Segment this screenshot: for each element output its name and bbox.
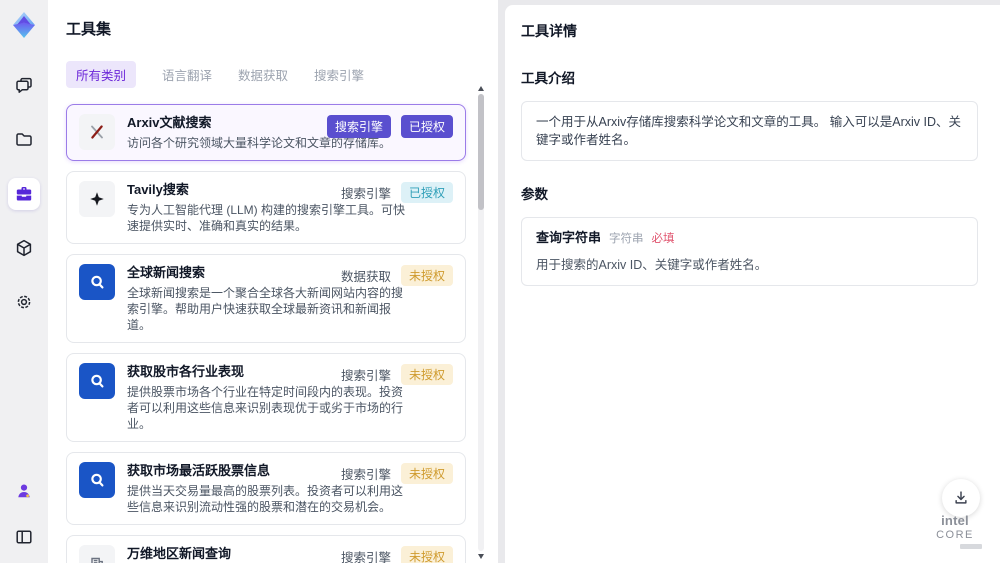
tool-description: 专为人工智能代理 (LLM) 构建的搜索引擎工具。可快速提供实时、准确和真实的结…: [127, 203, 406, 233]
arxiv-icon: [79, 114, 115, 150]
intel-sub-mark: [960, 544, 982, 549]
scrollbar-thumb[interactable]: [478, 94, 484, 210]
tool-description: 提供股票市场各个行业在特定时间段内的表现。投资者可以利用这些信息来识别表现优于或…: [127, 385, 404, 431]
search-q-icon: [79, 363, 115, 399]
folder-icon: [16, 133, 32, 146]
intro-heading: 工具介绍: [521, 71, 575, 86]
tool-description: 提供当天交易量最高的股票列表。投资者可以利用这些信息来识别流动性强的股票和潜在的…: [127, 484, 404, 514]
tab-translation[interactable]: 语言翻译: [162, 61, 212, 88]
detail-title: 工具详情: [521, 23, 577, 39]
settings-icon: [17, 295, 31, 309]
sidebar-item-settings[interactable]: [8, 286, 40, 318]
cube-icon: [16, 239, 32, 257]
tool-list-panel: 工具集 所有类别 语言翻译 数据获取 搜索引擎 Arxiv文献搜索 访问各个研究…: [48, 0, 498, 563]
news-icon: [79, 545, 115, 563]
category-tabs: 所有类别 语言翻译 数据获取 搜索引擎: [66, 61, 498, 88]
tab-all-categories[interactable]: 所有类别: [66, 61, 137, 88]
tool-card-list: Arxiv文献搜索 访问各个研究领域大量科学论文和文章的存储库。 搜索引擎 已授…: [66, 104, 466, 563]
panel-icon: [16, 530, 32, 544]
sidebar-item-packages[interactable]: [8, 232, 40, 264]
toolbox-icon: [16, 187, 32, 201]
tool-card-regional-news[interactable]: 万维地区新闻查询 查询具体行政区划内的新闻，快速了解各地新闻动态 搜索引擎 未授…: [66, 535, 466, 563]
tavily-star-icon: [79, 181, 115, 217]
app-logo: [7, 8, 41, 42]
auth-status-badge: 已授权: [400, 182, 453, 203]
intro-card: 一个用于从Arxiv存储库搜索科学论文和文章的工具。 输入可以是Arxiv ID…: [521, 101, 978, 161]
tool-detail-panel: 工具详情 工具介绍 一个用于从Arxiv存储库搜索科学论文和文章的工具。 输入可…: [505, 5, 1000, 563]
tab-data-acquisition[interactable]: 数据获取: [238, 61, 288, 88]
page-title: 工具集: [66, 21, 112, 38]
download-button[interactable]: [942, 479, 980, 517]
sidebar-item-account[interactable]: [8, 475, 40, 507]
download-icon: [955, 491, 967, 504]
tool-description: 全球新闻搜索是一个聚合全球各大新闻网站内容的搜索引擎。帮助用户快速获取全球最新资…: [127, 286, 404, 332]
sidebar-item-collapse[interactable]: [8, 521, 40, 553]
scrollbar-track[interactable]: [478, 94, 484, 551]
category-label: 搜索引擎: [340, 187, 391, 201]
category-label: 搜索引擎: [340, 468, 391, 482]
core-wordmark: core: [936, 529, 974, 541]
auth-status-badge: 未授权: [400, 265, 453, 286]
sidebar-item-tools[interactable]: [8, 178, 40, 210]
auth-status-badge: 未授权: [400, 546, 453, 563]
tool-card-global-news[interactable]: 全球新闻搜索 全球新闻搜索是一个聚合全球各大新闻网站内容的搜索引擎。帮助用户快速…: [66, 254, 466, 343]
category-label: 搜索引擎: [340, 369, 391, 383]
category-label: 搜索引擎: [340, 551, 391, 563]
intel-wordmark: intel: [941, 513, 969, 528]
tab-search-engine[interactable]: 搜索引擎: [314, 61, 364, 88]
tool-card-tavily[interactable]: Tavily搜索 专为人工智能代理 (LLM) 构建的搜索引擎工具。可快速提供实…: [66, 171, 466, 244]
sidebar-item-chat[interactable]: [8, 70, 40, 102]
intel-core-logo: intel core: [926, 514, 984, 549]
icon-rail: [0, 0, 48, 563]
param-required-flag: 必填: [651, 233, 675, 245]
param-card: 查询字符串 字符串 必填 用于搜索的Arxiv ID、关键字或作者姓名。: [521, 217, 978, 286]
param-name: 查询字符串: [536, 230, 602, 245]
params-heading: 参数: [521, 187, 548, 202]
category-badge: 搜索引擎: [326, 115, 391, 138]
tool-card-sector-performance[interactable]: 获取股市各行业表现 提供股票市场各个行业在特定时间段内的表现。投资者可以利用这些…: [66, 353, 466, 442]
list-scrollbar[interactable]: [477, 86, 485, 559]
chat-icon: [16, 77, 32, 93]
tool-card-active-stocks[interactable]: 获取市场最活跃股票信息 提供当天交易量最高的股票列表。投资者可以利用这些信息来识…: [66, 452, 466, 525]
category-label: 数据获取: [340, 270, 391, 284]
sidebar-item-files[interactable]: [8, 124, 40, 156]
scroll-down-icon[interactable]: [478, 554, 484, 559]
param-type: 字符串: [609, 233, 644, 245]
param-description: 用于搜索的Arxiv ID、关键字或作者姓名。: [536, 258, 768, 272]
search-q-icon: [79, 264, 115, 300]
scroll-up-icon[interactable]: [478, 86, 484, 91]
auth-status-badge: 已授权: [400, 115, 453, 138]
auth-status-badge: 未授权: [400, 364, 453, 385]
auth-status-badge: 未授权: [400, 463, 453, 484]
search-q-icon: [79, 462, 115, 498]
tool-card-arxiv[interactable]: Arxiv文献搜索 访问各个研究领域大量科学论文和文章的存储库。 搜索引擎 已授…: [66, 104, 466, 161]
user-icon: [18, 484, 30, 498]
